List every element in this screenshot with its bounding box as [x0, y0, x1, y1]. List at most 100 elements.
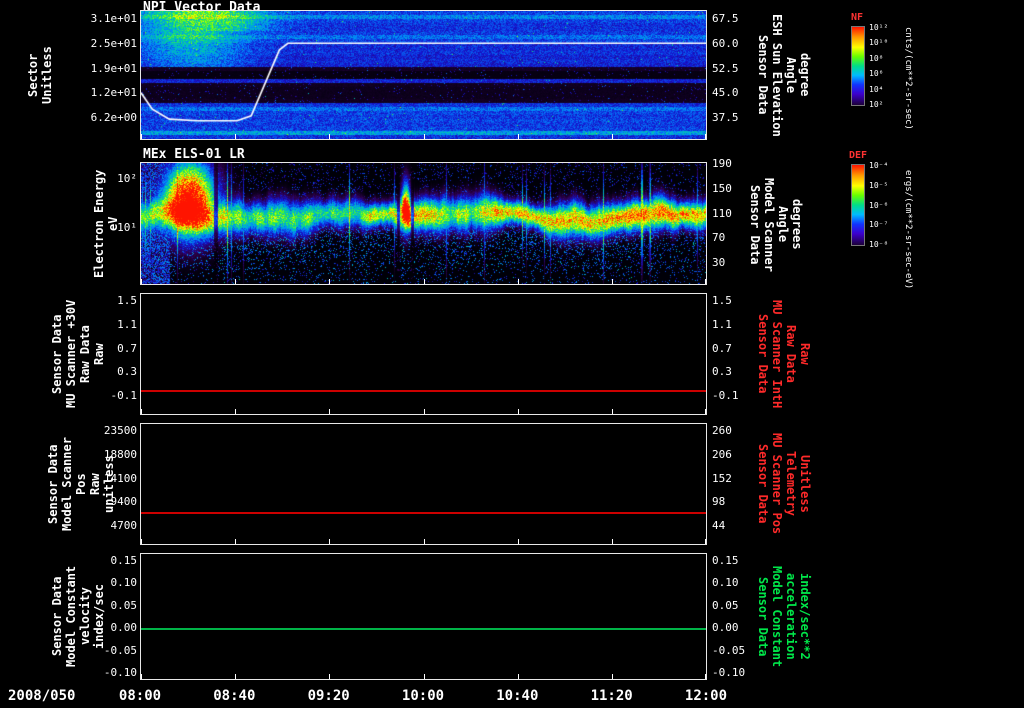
colorbar-tick-label: 10⁻⁵ — [869, 180, 889, 190]
x-tick-mark — [705, 409, 706, 414]
p5-data-line — [141, 627, 706, 630]
y-tick-label: 0.15 — [110, 554, 138, 567]
panel1-right-axis-label: Sensor Data ESH Sun Elevation Angle degr… — [756, 13, 812, 137]
x-tick-mark — [611, 674, 613, 679]
spectrogram-dashboard: NPI Vector Data Sector Unitless 3.1e+01 2… — [0, 0, 1024, 708]
els-spectrogram-canvas — [141, 163, 706, 284]
y-tick-label: 70 — [712, 231, 726, 245]
x-tick-mark — [705, 674, 706, 679]
y-tick-label: 18800 — [103, 447, 137, 461]
def-colorbar-title: DEF — [849, 150, 868, 161]
x-tick-label: 10:40 — [496, 688, 539, 704]
x-tick-mark — [423, 409, 425, 414]
y-tick-label: 4700 — [110, 519, 138, 532]
x-tick-mark — [235, 674, 237, 679]
y-tick-label: 98 — [712, 495, 726, 509]
panel3-right-ticks: 1.5 1.1 0.7 0.3 -0.1 — [712, 294, 748, 402]
x-tick-mark — [705, 134, 706, 139]
y-tick-label: 0.05 — [712, 598, 739, 612]
panel2-left-ticks: 10² 10¹ — [104, 172, 137, 234]
x-tick-mark — [141, 279, 142, 284]
x-tick-mark — [611, 279, 613, 284]
x-axis-date-label: 2008/050 — [8, 688, 76, 704]
panel2-title: MEx ELS-01 LR — [143, 147, 245, 162]
y-tick-label: -0.05 — [103, 643, 137, 657]
x-tick-mark — [705, 279, 706, 284]
panel3-right-axis-label: Sensor Data MU Scanner IntH Raw Data Raw — [756, 299, 812, 409]
panel4-right-ticks: 260 206 152 98 44 — [712, 424, 748, 532]
y-tick-label: 260 — [712, 424, 732, 437]
x-tick-mark — [141, 134, 142, 139]
panel5-left-ticks: 0.15 0.10 0.05 0.00 -0.05 -0.10 — [96, 554, 137, 679]
def-colorbar-unit-label: ergs/(cm**2-sr-sec-eV) — [903, 170, 913, 290]
colorbar-tick-label: 10⁸ — [869, 53, 884, 63]
y-tick-label: 0.15 — [712, 554, 739, 567]
x-tick-mark — [423, 674, 425, 679]
y-tick-label: 14100 — [103, 471, 137, 485]
x-tick-label: 11:20 — [590, 688, 633, 704]
colorbar-tick-label: 10² — [869, 99, 884, 109]
x-axis-tick-labels: 08:00 08:40 09:20 10:00 10:40 11:20 12:00 — [115, 688, 731, 704]
y-tick-label: 2.5e+01 — [90, 36, 137, 50]
y-tick-label: 1.5 — [117, 294, 137, 307]
x-tick-mark — [141, 539, 142, 544]
y-tick-label: 3.1e+01 — [90, 12, 137, 25]
def-colorbar-ticks: 10⁻⁴ 10⁻⁵ 10⁻⁶ 10⁻⁷ 10⁻⁸ — [869, 161, 899, 249]
panel2-right-axis-label: Sensor Data Model Scanner Angle degrees — [748, 177, 804, 272]
x-tick-mark — [235, 134, 237, 139]
panel4-right-axis-label: Sensor Data MU Scanner Pos Telemetry Uni… — [756, 433, 812, 535]
panel4-left-ticks: 23500 18800 14100 9400 4700 — [92, 424, 137, 532]
panel5-right-ticks: 0.15 0.10 0.05 0.00 -0.05 -0.10 — [712, 554, 752, 679]
nf-colorbar-unit-label: cnts/(cm**2-sr-sec) — [903, 26, 913, 130]
y-tick-label: 37.5 — [712, 111, 739, 124]
x-tick-mark — [517, 409, 519, 414]
x-tick-mark — [329, 134, 331, 139]
y-tick-label: 0.10 — [712, 576, 739, 590]
y-tick-label: 0.7 — [117, 341, 137, 355]
y-tick-label: 0.3 — [117, 365, 137, 379]
panel2-right-ticks: 190 150 110 70 30 — [712, 157, 748, 269]
x-tick-mark — [517, 539, 519, 544]
y-tick-label: 0.3 — [712, 365, 732, 379]
colorbar-tick-label: 10⁴ — [869, 84, 884, 94]
y-tick-label: 1.5 — [712, 294, 732, 307]
x-tick-mark — [705, 539, 706, 544]
y-tick-label: 30 — [712, 256, 726, 269]
x-tick-label: 09:20 — [307, 688, 350, 704]
x-tick-mark — [517, 674, 519, 679]
y-tick-label: 0.10 — [110, 576, 138, 590]
y-tick-label: -0.1 — [110, 389, 138, 402]
npi-spectrogram-canvas — [141, 11, 706, 139]
x-tick-mark — [517, 134, 519, 139]
mu-scanner-30v-panel — [140, 293, 707, 415]
panel1-left-ticks: 3.1e+01 2.5e+01 1.9e+01 1.2e+01 6.2e+00 — [84, 12, 137, 124]
y-tick-label: 1.9e+01 — [90, 61, 137, 75]
y-tick-label: -0.10 — [103, 665, 137, 679]
y-tick-label: 150 — [712, 181, 732, 195]
x-tick-mark — [423, 539, 425, 544]
x-tick-mark — [611, 134, 613, 139]
colorbar-tick-label: 10⁻⁷ — [869, 220, 889, 230]
y-tick-label: 206 — [712, 447, 732, 461]
p4-data-line — [141, 512, 706, 515]
y-tick-label: 152 — [712, 471, 732, 485]
x-tick-mark — [611, 539, 613, 544]
y-tick-label: 0.00 — [712, 621, 739, 635]
els-spectrogram-panel — [140, 162, 707, 285]
colorbar-tick-label: 10⁻⁸ — [869, 240, 889, 249]
model-scanner-pos-panel — [140, 423, 707, 545]
colorbar-tick-label: 10⁻⁶ — [869, 200, 889, 210]
x-tick-label: 08:00 — [118, 688, 162, 704]
y-tick-label: 1.1 — [712, 317, 732, 331]
y-tick-label: 52.5 — [712, 61, 739, 75]
y-tick-label: 1.2e+01 — [90, 86, 137, 100]
colorbar-tick-label: 10⁶ — [869, 69, 884, 79]
panel1-right-ticks: 67.5 60.0 52.5 45.0 37.5 — [712, 12, 752, 124]
def-colorbar — [851, 164, 865, 246]
x-tick-mark — [517, 279, 519, 284]
y-tick-label: 44 — [712, 519, 726, 532]
x-tick-mark — [235, 539, 237, 544]
y-tick-label: 1.1 — [117, 317, 137, 331]
p3-data-line — [141, 389, 706, 392]
panel1-left-axis-label: Sector Unitless — [26, 46, 54, 104]
